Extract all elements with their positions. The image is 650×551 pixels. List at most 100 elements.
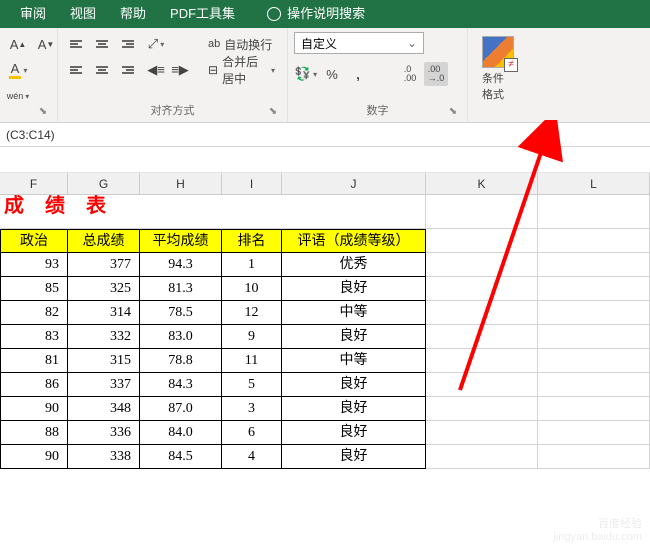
align-bottom-button[interactable] [116,32,140,56]
formula-bar[interactable]: (C3:C14) [0,123,650,147]
table-cell[interactable]: 78.8 [140,349,222,373]
dialog-launcher-icon[interactable]: ⬊ [267,106,279,118]
decrease-indent-button[interactable]: ◀≡ [144,58,168,82]
cell[interactable] [538,445,650,469]
increase-decimal-button[interactable]: .0.00 [398,62,422,86]
cell[interactable] [538,195,650,229]
table-cell[interactable]: 93 [0,253,68,277]
col-header-j[interactable]: J [282,173,426,194]
cell[interactable] [538,397,650,421]
cell[interactable] [426,325,538,349]
cell[interactable] [426,301,538,325]
cell[interactable] [426,349,538,373]
table-cell[interactable]: 1 [222,253,282,277]
table-cell[interactable]: 9 [222,325,282,349]
cell[interactable] [538,421,650,445]
align-right-button[interactable] [116,58,140,82]
sheet-title[interactable]: 成 绩 表 [0,195,426,229]
cell[interactable] [538,325,650,349]
increase-font-button[interactable]: A▲ [6,32,30,56]
table-cell[interactable]: 338 [68,445,140,469]
align-top-button[interactable] [64,32,88,56]
table-cell[interactable]: 4 [222,445,282,469]
table-cell[interactable]: 85 [0,277,68,301]
align-center-button[interactable] [90,58,114,82]
cell[interactable] [538,277,650,301]
cell[interactable] [426,421,538,445]
table-header[interactable]: 政治 [0,229,68,253]
decrease-font-button[interactable]: A▼ [34,32,58,56]
table-cell[interactable]: 5 [222,373,282,397]
table-cell[interactable]: 315 [68,349,140,373]
table-cell[interactable]: 良好 [282,421,426,445]
col-header-h[interactable]: H [140,173,222,194]
tab-review[interactable]: 审阅 [8,0,58,28]
cell[interactable] [538,229,650,253]
table-cell[interactable]: 377 [68,253,140,277]
dialog-launcher-icon[interactable]: ⬊ [447,106,459,118]
cell[interactable] [426,229,538,253]
col-header-i[interactable]: I [222,173,282,194]
table-cell[interactable]: 337 [68,373,140,397]
table-cell[interactable]: 84.3 [140,373,222,397]
number-format-dropdown[interactable]: 自定义 ⌄ [294,32,424,54]
conditional-format-button[interactable]: ≠ 条件格式 [478,32,518,106]
percent-button[interactable]: % [320,62,344,86]
table-cell[interactable]: 10 [222,277,282,301]
table-cell[interactable]: 良好 [282,397,426,421]
orientation-button[interactable]: ⤢▾ [144,32,168,56]
table-cell[interactable]: 83 [0,325,68,349]
table-header[interactable]: 总成绩 [68,229,140,253]
comma-button[interactable]: , [346,62,370,86]
cell[interactable] [426,195,538,229]
table-cell[interactable]: 348 [68,397,140,421]
table-header[interactable]: 评语（成绩等级） [282,229,426,253]
cell[interactable] [426,373,538,397]
cell[interactable] [538,373,650,397]
table-cell[interactable]: 81 [0,349,68,373]
table-cell[interactable]: 良好 [282,277,426,301]
tab-view[interactable]: 视图 [58,0,108,28]
cell[interactable] [538,301,650,325]
col-header-l[interactable]: L [538,173,650,194]
fill-color-button[interactable]: A▾ [6,58,30,82]
cell[interactable] [426,397,538,421]
table-cell[interactable]: 84.0 [140,421,222,445]
table-cell[interactable]: 优秀 [282,253,426,277]
table-cell[interactable]: 88 [0,421,68,445]
col-header-f[interactable]: F [0,173,68,194]
table-cell[interactable]: 82 [0,301,68,325]
table-header[interactable]: 排名 [222,229,282,253]
table-cell[interactable]: 中等 [282,301,426,325]
table-cell[interactable]: 中等 [282,349,426,373]
table-cell[interactable]: 83.0 [140,325,222,349]
tab-pdf[interactable]: PDF工具集 [158,0,247,28]
col-header-k[interactable]: K [426,173,538,194]
phonetic-button[interactable]: wén▾ [6,84,30,108]
table-header[interactable]: 平均成绩 [140,229,222,253]
dialog-launcher-icon[interactable]: ⬊ [37,106,49,118]
accounting-format-button[interactable]: 💱▾ [294,62,318,86]
table-cell[interactable]: 81.3 [140,277,222,301]
table-cell[interactable]: 11 [222,349,282,373]
tell-me-search[interactable]: 操作说明搜索 [255,0,377,28]
align-left-button[interactable] [64,58,88,82]
table-cell[interactable]: 84.5 [140,445,222,469]
table-cell[interactable]: 314 [68,301,140,325]
table-cell[interactable]: 336 [68,421,140,445]
table-cell[interactable]: 325 [68,277,140,301]
table-cell[interactable]: 良好 [282,373,426,397]
table-cell[interactable]: 12 [222,301,282,325]
cell[interactable] [538,349,650,373]
table-cell[interactable]: 6 [222,421,282,445]
table-cell[interactable]: 90 [0,445,68,469]
table-cell[interactable]: 94.3 [140,253,222,277]
table-cell[interactable]: 3 [222,397,282,421]
table-cell[interactable]: 332 [68,325,140,349]
table-cell[interactable]: 良好 [282,325,426,349]
col-header-g[interactable]: G [68,173,140,194]
cell[interactable] [426,253,538,277]
spreadsheet-grid[interactable]: 成 绩 表 政治 总成绩 平均成绩 排名 评语（成绩等级） 9337794.31… [0,195,650,469]
table-cell[interactable]: 78.5 [140,301,222,325]
table-cell[interactable]: 87.0 [140,397,222,421]
